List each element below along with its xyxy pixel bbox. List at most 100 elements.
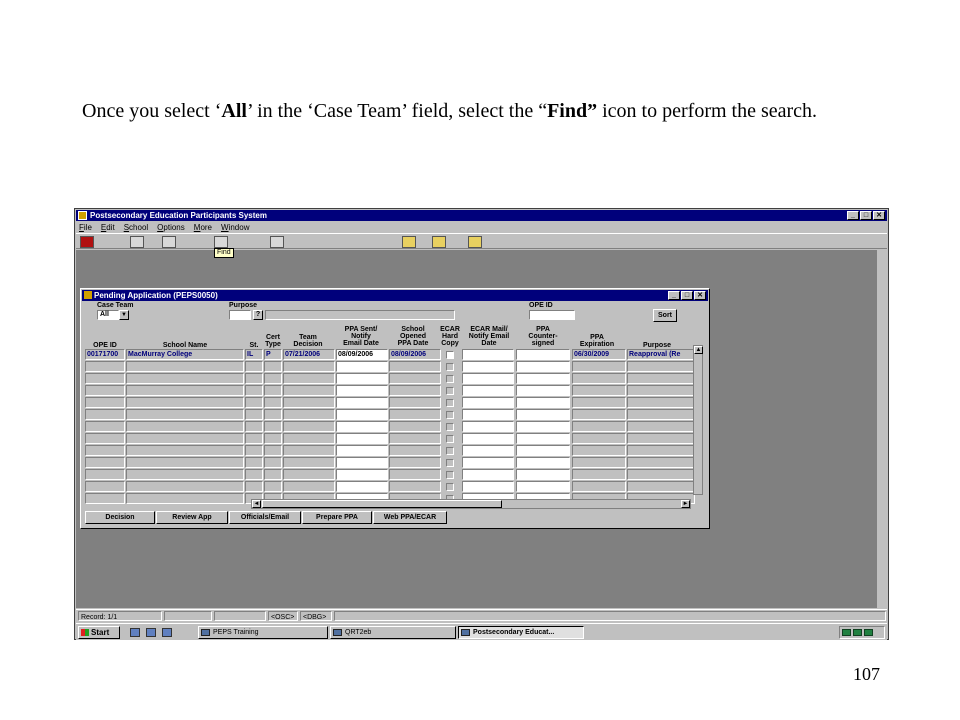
table-cell[interactable] — [516, 481, 570, 492]
table-cell[interactable] — [85, 373, 125, 384]
table-cell[interactable] — [572, 481, 626, 492]
table-cell[interactable] — [85, 361, 125, 372]
form-minimize-button[interactable]: _ — [668, 291, 680, 300]
cell-cert-type[interactable]: P — [264, 349, 282, 360]
table-cell[interactable] — [572, 409, 626, 420]
cell-purpose[interactable]: Reapproval (Re — [627, 349, 695, 360]
cell-st[interactable]: IL — [245, 349, 263, 360]
table-cell[interactable] — [126, 481, 244, 492]
table-cell[interactable] — [389, 397, 441, 408]
ecar-copy-checkbox[interactable] — [446, 387, 454, 395]
app-vertical-scrollbar[interactable] — [876, 250, 887, 608]
table-cell[interactable] — [627, 385, 695, 396]
menu-options[interactable]: Options — [157, 222, 185, 233]
table-cell[interactable] — [264, 457, 282, 468]
scroll-left-icon[interactable]: ◄ — [252, 500, 261, 508]
maximize-button[interactable]: □ — [860, 211, 872, 220]
table-cell[interactable] — [264, 361, 282, 372]
table-cell[interactable] — [516, 433, 570, 444]
table-cell[interactable] — [245, 385, 263, 396]
table-cell[interactable] — [336, 457, 388, 468]
table-cell[interactable] — [336, 361, 388, 372]
quicklaunch-desktop-icon[interactable] — [130, 628, 140, 637]
cell-ppa-sent[interactable]: 08/09/2006 — [336, 349, 388, 360]
table-cell[interactable] — [572, 385, 626, 396]
table-cell[interactable] — [572, 361, 626, 372]
table-cell[interactable] — [283, 373, 335, 384]
table-cell[interactable] — [85, 481, 125, 492]
officials-email-button[interactable]: Officials/Email — [229, 511, 301, 524]
table-cell[interactable] — [627, 445, 695, 456]
table-cell[interactable] — [264, 481, 282, 492]
scroll-up-icon[interactable]: ▲ — [694, 346, 703, 354]
table-cell[interactable] — [627, 409, 695, 420]
table-cell[interactable] — [627, 457, 695, 468]
table-cell[interactable] — [264, 385, 282, 396]
table-cell[interactable] — [85, 385, 125, 396]
table-cell[interactable] — [516, 457, 570, 468]
table-cell[interactable] — [283, 361, 335, 372]
purpose-lookup-icon[interactable]: ? — [253, 310, 263, 320]
table-cell[interactable] — [85, 445, 125, 456]
find-icon[interactable] — [214, 236, 228, 248]
table-cell[interactable] — [245, 445, 263, 456]
menu-school[interactable]: School — [124, 222, 148, 233]
cell-school-name[interactable]: MacMurray College — [126, 349, 244, 360]
table-cell[interactable] — [516, 421, 570, 432]
quicklaunch-mail-icon[interactable] — [162, 628, 172, 637]
print-icon[interactable] — [130, 236, 144, 248]
table-cell[interactable] — [245, 421, 263, 432]
ecar-copy-checkbox[interactable] — [446, 423, 454, 431]
web-ppa-ecar-button[interactable]: Web PPA/ECAR — [373, 511, 447, 524]
table-cell[interactable] — [389, 409, 441, 420]
table-cell[interactable] — [126, 385, 244, 396]
ecar-copy-checkbox[interactable] — [446, 483, 454, 491]
ecar-copy-checkbox[interactable] — [446, 459, 454, 467]
scroll-thumb[interactable] — [262, 500, 502, 508]
table-cell[interactable] — [85, 493, 125, 504]
close-button[interactable]: ✕ — [873, 211, 885, 220]
grid-horizontal-scrollbar[interactable]: ◄ ► — [251, 499, 691, 509]
table-cell[interactable] — [336, 397, 388, 408]
table-cell[interactable] — [126, 469, 244, 480]
table-cell[interactable] — [283, 421, 335, 432]
table-cell[interactable] — [572, 469, 626, 480]
table-cell[interactable] — [283, 469, 335, 480]
calendar-icon[interactable] — [270, 236, 284, 248]
table-cell[interactable] — [462, 397, 514, 408]
table-cell[interactable] — [462, 469, 514, 480]
menu-edit[interactable]: Edit — [101, 222, 115, 233]
ope-id-input[interactable] — [529, 310, 575, 320]
cell-ppa-expiration[interactable]: 06/30/2009 — [572, 349, 626, 360]
table-cell[interactable] — [389, 445, 441, 456]
purpose-input[interactable] — [229, 310, 251, 320]
ecar-copy-checkbox[interactable] — [446, 363, 454, 371]
table-cell[interactable] — [572, 445, 626, 456]
table-cell[interactable] — [126, 421, 244, 432]
table-cell[interactable] — [245, 361, 263, 372]
table-cell[interactable] — [85, 421, 125, 432]
table-cell[interactable] — [264, 433, 282, 444]
table-cell[interactable] — [462, 481, 514, 492]
table-cell[interactable] — [627, 421, 695, 432]
taskbar-item-postsecondary[interactable]: Postsecondary Educat... — [458, 626, 584, 639]
table-cell[interactable] — [245, 481, 263, 492]
table-cell[interactable] — [572, 433, 626, 444]
exit-icon[interactable] — [80, 236, 94, 248]
table-cell[interactable] — [264, 421, 282, 432]
table-cell[interactable] — [336, 385, 388, 396]
taskbar-item-peps-training[interactable]: PEPS Training — [198, 626, 328, 639]
table-cell[interactable] — [283, 481, 335, 492]
edit-icon[interactable] — [402, 236, 416, 248]
quicklaunch-browser-icon[interactable] — [146, 628, 156, 637]
scroll-right-icon[interactable]: ► — [681, 500, 690, 508]
table-cell[interactable] — [516, 397, 570, 408]
ecar-copy-checkbox[interactable] — [446, 375, 454, 383]
cell-school-opened[interactable]: 08/09/2006 — [389, 349, 441, 360]
table-cell[interactable] — [572, 457, 626, 468]
table-cell[interactable] — [245, 469, 263, 480]
table-cell[interactable] — [126, 373, 244, 384]
table-cell[interactable] — [85, 397, 125, 408]
prepare-ppa-button[interactable]: Prepare PPA — [302, 511, 372, 524]
minimize-button[interactable]: _ — [847, 211, 859, 220]
